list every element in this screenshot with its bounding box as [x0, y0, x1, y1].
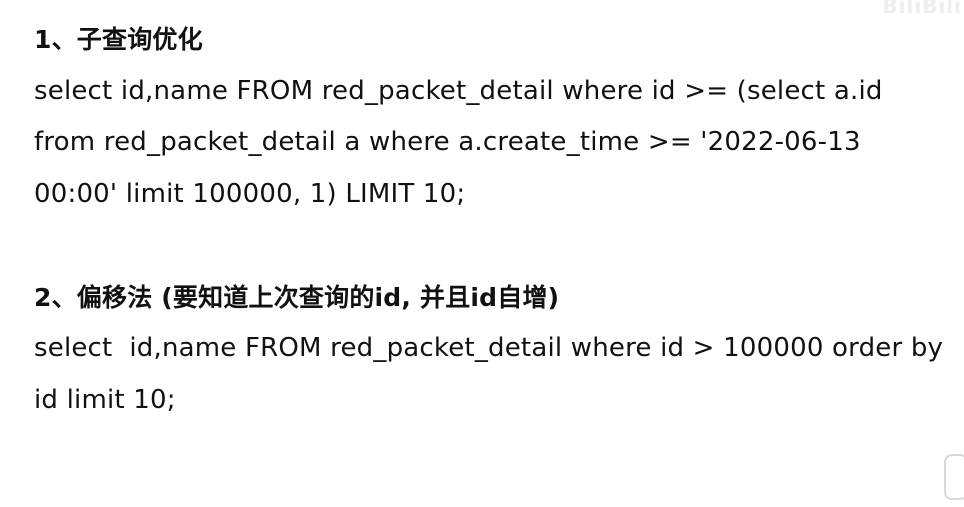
section-2-heading: 2、偏移法 (要知道上次查询的id, 并且id自增) [34, 282, 560, 312]
section-2-code-line-2: id limit 10; [34, 384, 176, 415]
section-1-code-line-1: select id,name FROM red_packet_detail wh… [34, 75, 883, 106]
section-1-code-line-3: 00:00' limit 100000, 1) LIMIT 10; [34, 178, 466, 209]
section-1-heading: 1、子查询优化 [34, 25, 203, 54]
section-2-code-line-1: select id,name FROM red_packet_detail wh… [34, 333, 944, 363]
side-panel-handle[interactable] [944, 454, 964, 500]
document-body: 1、子查询优化 select id,name FROM red_packet_d… [34, 14, 954, 426]
section-1-code-line-2: from red_packet_detail a where a.create_… [34, 127, 861, 157]
